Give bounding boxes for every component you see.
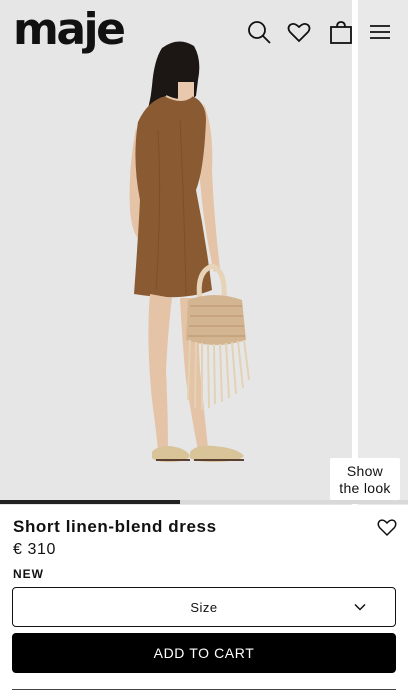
search-icon[interactable] [245,18,273,46]
product-price: € 310 [13,541,57,558]
show-look-line-2: the look [339,480,391,496]
show-the-look-button[interactable]: Show the look [330,458,400,500]
add-to-cart-label: ADD TO CART [153,645,255,661]
divider [12,689,396,690]
heart-icon[interactable] [285,18,313,46]
wishlist-heart-icon[interactable] [376,516,398,538]
brand-logo[interactable]: maje [13,8,126,52]
product-image-gallery[interactable]: Show the look [0,0,408,505]
next-image-preview[interactable] [358,0,408,505]
size-select[interactable]: Size [12,587,396,627]
product-title: Short linen-blend dress [13,517,217,536]
product-photo [129,41,250,462]
gallery-progress-bar [0,500,408,504]
bag-icon[interactable] [327,18,355,46]
add-to-cart-button[interactable]: ADD TO CART [12,633,396,673]
show-look-line-1: Show [346,463,384,479]
size-select-label: Size [190,599,218,615]
gallery-progress-fill [0,500,180,504]
menu-icon[interactable] [366,18,394,46]
new-badge: NEW [13,567,44,581]
chevron-down-icon [354,603,366,611]
